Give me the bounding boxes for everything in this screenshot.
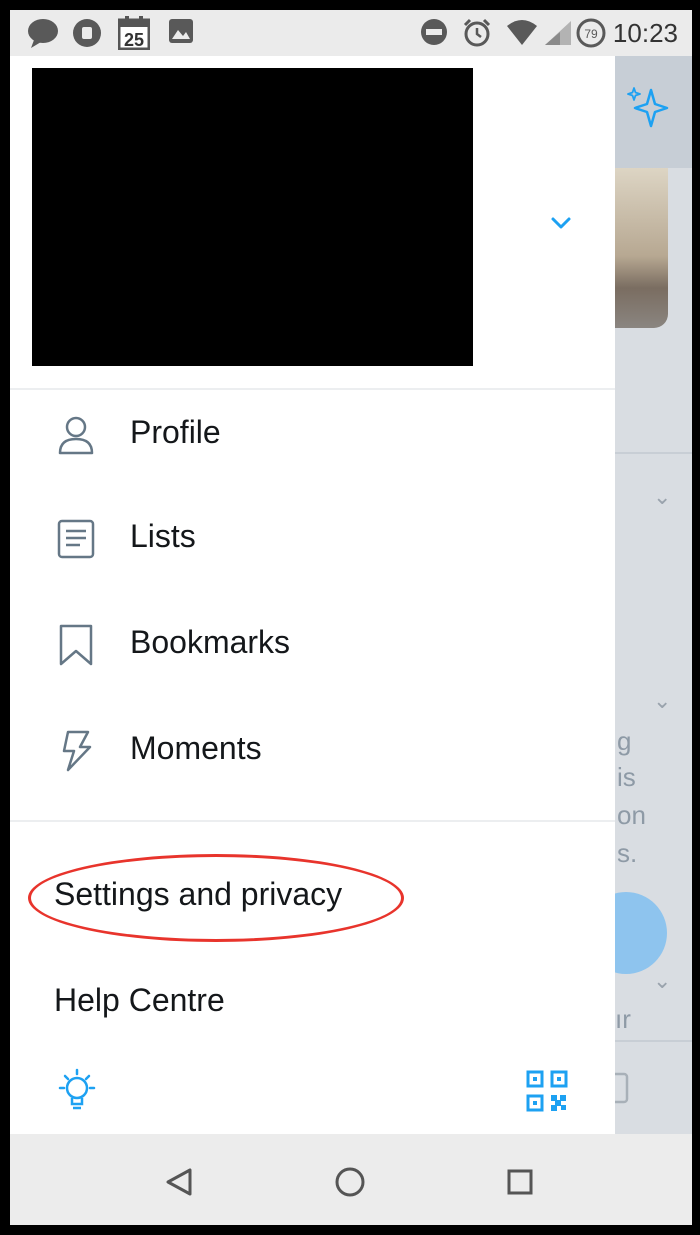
background-text: on: [617, 800, 646, 830]
lightbulb-icon[interactable]: [52, 1066, 102, 1116]
list-icon: [57, 519, 95, 559]
qr-code-icon[interactable]: [526, 1070, 568, 1112]
redacted-account-info: [32, 68, 473, 366]
background-photo: [615, 168, 668, 328]
background-app: ⌄ ⌄ g is on s. ⌄ ır: [585, 56, 692, 1134]
menu-item-bookmarks[interactable]: Bookmarks: [10, 594, 615, 698]
chat-bubble-icon: [28, 19, 58, 48]
navigation-bar: [10, 1134, 692, 1225]
back-icon[interactable]: [156, 1158, 204, 1206]
drawer-divider: [10, 820, 615, 822]
trash-icon[interactable]: [615, 1072, 631, 1106]
menu-item-label: Profile: [130, 414, 221, 450]
sparkle-icon[interactable]: [625, 84, 671, 130]
menu-item-label: Lists: [130, 518, 196, 554]
menu-item-label: Moments: [130, 730, 262, 766]
menu-item-label: Bookmarks: [130, 624, 291, 660]
help-centre-link[interactable]: Help Centre: [54, 982, 225, 1019]
do-not-disturb-icon: [421, 19, 447, 45]
alarm-icon: [463, 18, 491, 47]
background-text: g: [617, 726, 632, 756]
navigation-drawer: Profile Lists Bookmarks Moments Settings…: [10, 56, 615, 1134]
background-header: [615, 56, 692, 168]
phone-screen: 25 79 10:23 ⌄ ⌄ g is on s. ⌄ ır Profile …: [10, 10, 692, 1225]
signal-icon: [545, 21, 571, 45]
background-divider: [615, 452, 692, 454]
menu-item-lists[interactable]: Lists: [10, 488, 615, 592]
background-text: ır: [615, 1004, 631, 1034]
menu-item-profile[interactable]: Profile: [10, 384, 615, 488]
clock: 10:23: [612, 18, 678, 48]
background-divider: [615, 1040, 692, 1042]
drawer-bottom-bar: [10, 1046, 615, 1134]
chevron-down-icon[interactable]: ⌄: [653, 968, 671, 994]
menu-item-moments[interactable]: Moments: [10, 700, 615, 804]
chevron-down-icon[interactable]: [550, 216, 572, 230]
recents-icon[interactable]: [496, 1158, 544, 1206]
background-text: s.: [617, 838, 638, 868]
notification-badge-icon: [73, 19, 101, 47]
chevron-down-icon[interactable]: ⌄: [653, 484, 671, 510]
chevron-down-icon[interactable]: ⌄: [653, 688, 671, 714]
background-text: is: [617, 762, 636, 792]
image-icon: [169, 19, 193, 43]
battery-level: 79: [584, 27, 598, 41]
calendar-day: 25: [124, 30, 144, 50]
status-bar: 25 79 10:23: [10, 10, 692, 56]
wifi-icon: [507, 20, 537, 45]
home-icon[interactable]: [326, 1158, 374, 1206]
battery-icon: 79: [576, 18, 606, 48]
person-icon: [58, 416, 94, 455]
highlight-annotation: [28, 854, 404, 942]
calendar-icon: 25: [118, 16, 150, 50]
bookmark-icon: [59, 624, 93, 666]
account-header: [10, 56, 615, 390]
lightning-icon: [62, 730, 92, 772]
